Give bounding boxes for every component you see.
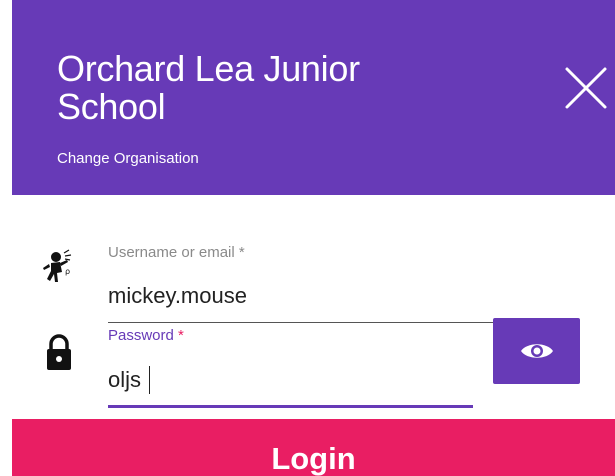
login-page: Orchard Lea Junior School Change Organis… bbox=[0, 0, 615, 476]
password-input[interactable] bbox=[108, 364, 468, 396]
organisation-name: Orchard Lea Junior School bbox=[57, 48, 360, 127]
login-button[interactable]: Login bbox=[12, 419, 615, 476]
password-label: Password * bbox=[108, 327, 184, 344]
username-input[interactable] bbox=[108, 281, 488, 311]
organisation-header: Orchard Lea Junior School Change Organis… bbox=[12, 0, 615, 195]
text-caret bbox=[149, 366, 150, 394]
password-underline-focused bbox=[108, 405, 473, 408]
lock-icon bbox=[47, 334, 71, 370]
change-organisation-link[interactable]: Change Organisation bbox=[57, 150, 199, 168]
svg-text:ρ: ρ bbox=[65, 267, 70, 276]
close-icon bbox=[565, 67, 607, 109]
close-button[interactable] bbox=[559, 61, 613, 115]
eye-icon bbox=[520, 344, 553, 358]
username-underline bbox=[108, 322, 493, 323]
username-label: Username or email * bbox=[108, 244, 245, 261]
login-button-label: Login bbox=[271, 441, 356, 476]
show-password-button[interactable] bbox=[493, 318, 580, 384]
user-icon: ρ bbox=[43, 249, 72, 282]
